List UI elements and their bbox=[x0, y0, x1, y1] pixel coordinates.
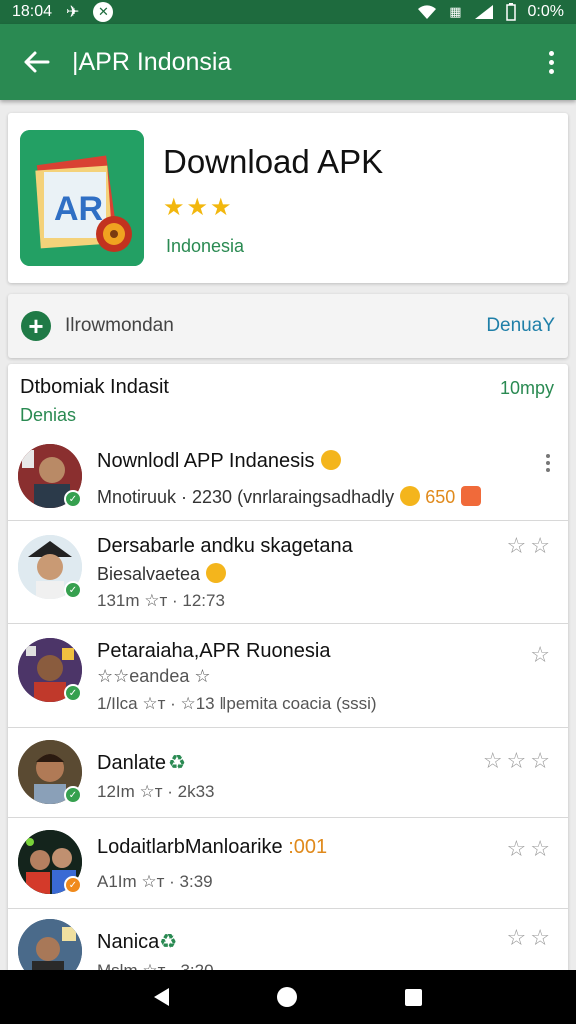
item-meta: 131m ☆т · 12:73 bbox=[97, 591, 225, 610]
status-badge-icon: ✓ bbox=[64, 876, 82, 894]
action-link[interactable]: DenuaY bbox=[486, 315, 555, 337]
download-action-bar[interactable]: + Ilrowmondan DenuaY bbox=[8, 294, 568, 358]
verified-badge-icon: ✓ bbox=[64, 684, 82, 702]
recycle-icon: ♻ bbox=[159, 931, 178, 953]
recycle-icon: ♻ bbox=[167, 752, 186, 774]
app-bar-title: |APR Indonsia bbox=[72, 47, 232, 76]
item-title: Dersabarle andku skagetana bbox=[97, 535, 353, 557]
list-item[interactable]: ✓ LodaitlarbManloarike :001 A1Im ☆т · 3:… bbox=[8, 818, 568, 909]
emoji-icon bbox=[206, 563, 227, 583]
verified-badge-icon: ✓ bbox=[64, 581, 82, 599]
star-rating-icon[interactable]: ☆☆ bbox=[507, 925, 554, 951]
wifi-icon bbox=[418, 5, 437, 19]
system-nav-bar bbox=[0, 970, 576, 1024]
emoji-icon bbox=[400, 486, 421, 506]
rating-stars: ★★★ bbox=[163, 194, 234, 221]
item-meta: A1Im ☆т · 3:39 bbox=[97, 872, 213, 891]
emoji-icon bbox=[461, 486, 482, 506]
star-rating-icon[interactable]: ☆☆ bbox=[507, 533, 554, 559]
back-button[interactable] bbox=[0, 50, 72, 74]
vibrate-icon: ▦ bbox=[449, 4, 462, 19]
app-title: Download APK bbox=[163, 143, 384, 180]
list-item[interactable]: ✓ Danlate ♻ 12Im ☆т · 2k33 ☆☆☆ bbox=[8, 728, 568, 818]
star-rating-icon[interactable]: ☆☆☆ bbox=[483, 748, 554, 774]
list-count[interactable]: 10mpy bbox=[500, 378, 554, 399]
battery-percent: 0:0% bbox=[527, 3, 564, 20]
verified-badge-icon: ✓ bbox=[64, 490, 82, 508]
nav-home-icon[interactable] bbox=[277, 987, 297, 1007]
item-subtitle: Mnotiruuk · 2230 (vnrlaraingsadhadly 650 bbox=[97, 486, 482, 508]
item-title: Petaraiaha,APR Ruonesia bbox=[97, 640, 331, 662]
app-bar: |APR Indonsia bbox=[0, 24, 576, 100]
item-subtitle: ☆☆eandea ☆ bbox=[97, 666, 211, 686]
arrow-back-icon bbox=[24, 51, 50, 73]
nav-back-icon[interactable] bbox=[154, 988, 169, 1006]
list-item[interactable]: ✓ Nownlodl APP Indanesis Mnotiruuk · 223… bbox=[8, 434, 568, 521]
star-rating-icon[interactable]: ☆☆ bbox=[507, 836, 554, 862]
list-subtitle: Denias bbox=[20, 405, 77, 425]
overflow-menu-button[interactable] bbox=[526, 50, 576, 74]
item-subtitle: Biesalvaetea bbox=[97, 563, 227, 585]
add-icon[interactable]: + bbox=[21, 311, 51, 341]
emoji-icon bbox=[320, 450, 341, 470]
item-title: Nanica♻ bbox=[97, 931, 178, 953]
list-item[interactable]: ✓ Dersabarle andku skagetana Biesalvaete… bbox=[8, 521, 568, 624]
app-region: Indonesia bbox=[166, 236, 245, 256]
item-title: Nownlodl APP Indanesis bbox=[97, 450, 341, 473]
item-title: Danlate ♻ bbox=[97, 752, 186, 774]
dot-icon bbox=[548, 68, 554, 74]
item-meta: 12Im ☆т · 2k33 bbox=[97, 782, 215, 801]
item-menu-button[interactable] bbox=[546, 454, 550, 472]
close-notification-icon: ✕ bbox=[93, 2, 114, 22]
item-title: LodaitlarbManloarike :001 bbox=[97, 836, 328, 858]
nav-recents-icon[interactable] bbox=[405, 988, 422, 1006]
signal-icon bbox=[474, 5, 493, 19]
list-item[interactable]: ✓ Petaraiaha,APR Ruonesia ☆☆eandea ☆ 1/I… bbox=[8, 624, 568, 728]
action-label: Ilrowmondan bbox=[65, 315, 174, 336]
airplane-icon: ✈ bbox=[66, 4, 80, 21]
verified-badge-icon: ✓ bbox=[64, 786, 82, 804]
status-time: 18:04 bbox=[12, 3, 53, 20]
svg-text:AR: AR bbox=[54, 190, 103, 228]
status-bar: 18:04 ✈ ✕ ▦ 0:0% bbox=[0, 0, 576, 24]
app-icon[interactable]: AR bbox=[20, 130, 144, 266]
star-rating-icon[interactable]: ☆ bbox=[530, 642, 554, 668]
list-title: Dtbomiak Indasit bbox=[20, 376, 169, 398]
battery-icon bbox=[505, 3, 516, 21]
app-header-card: AR bbox=[8, 113, 568, 283]
dot-icon bbox=[548, 59, 554, 65]
dot-icon bbox=[548, 50, 554, 56]
results-list: Dtbomiak Indasit 10mpy Denias ✓ Nownlodl… bbox=[8, 364, 568, 984]
item-meta: 1/Ilca ☆т · ☆13 ‖pemita coacia (sssi) bbox=[97, 694, 377, 713]
